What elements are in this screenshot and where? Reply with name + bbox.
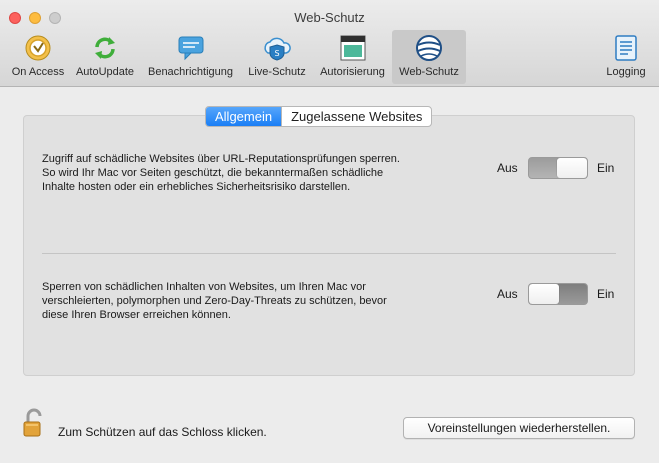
toolbar-item-label: On Access — [11, 66, 65, 78]
toolbar-item-web-protection[interactable]: Web-Schutz — [392, 30, 466, 84]
toolbar-item-logging[interactable]: Logging — [599, 30, 653, 84]
toolbar-item-authorization[interactable]: Autorisierung — [314, 30, 391, 84]
toggle-knob — [529, 284, 559, 304]
svg-text:S: S — [274, 49, 279, 58]
lock-icon[interactable] — [23, 408, 45, 438]
setting-2-off-label: Aus — [497, 287, 518, 301]
setting-2-toggle[interactable] — [528, 283, 588, 305]
toolbar-item-label: Live-Schutz — [248, 66, 306, 78]
preferences-window: Web-Schutz On Access AutoUpdate Benachri… — [0, 0, 659, 463]
setting-1-on-label: Ein — [597, 161, 615, 175]
toolbar: Web-Schutz On Access AutoUpdate Benachri… — [0, 0, 659, 87]
tab-bar: Allgemein Zugelassene Websites — [205, 106, 433, 127]
on-access-icon — [25, 35, 51, 61]
setting-1-off-label: Aus — [497, 161, 518, 175]
divider — [42, 253, 616, 254]
toolbar-item-label: Autorisierung — [320, 66, 385, 78]
restore-defaults-button[interactable]: Voreinstellungen wiederherstellen. — [403, 417, 635, 439]
setting-1-toggle[interactable] — [528, 157, 588, 179]
toolbar-item-on-access[interactable]: On Access — [6, 30, 70, 84]
logging-icon — [615, 35, 637, 61]
setting-2-description: Sperren von schädlichen Inhalten von Web… — [42, 281, 387, 321]
tab-allgemein[interactable]: Allgemein — [206, 107, 282, 126]
toolbar-item-notification[interactable]: Benachrichtigung — [141, 30, 240, 84]
settings-panel: Zugriff auf schädliche Websites über URL… — [23, 115, 635, 376]
web-protection-icon — [416, 35, 442, 61]
setting-1-description: Zugriff auf schädliche Websites über URL… — [42, 153, 400, 193]
tab-allowed-websites[interactable]: Zugelassene Websites — [281, 107, 431, 126]
toolbar-item-label: Web-Schutz — [399, 66, 459, 78]
toolbar-item-live-protection[interactable]: S Live-Schutz — [241, 30, 313, 84]
window-title: Web-Schutz — [294, 10, 365, 25]
setting-2-on-label: Ein — [597, 287, 615, 301]
toggle-knob — [557, 158, 587, 178]
autoupdate-icon — [95, 37, 115, 59]
notification-icon — [178, 36, 203, 61]
lock-instruction: Zum Schützen auf das Schloss klicken. — [58, 425, 267, 439]
authorization-icon — [340, 35, 365, 61]
live-protection-icon: S — [264, 37, 291, 61]
toolbar-item-label: AutoUpdate — [75, 66, 135, 78]
toolbar-item-label: Logging — [606, 66, 646, 78]
toolbar-item-autoupdate[interactable]: AutoUpdate — [70, 30, 140, 84]
toolbar-item-label: Benachrichtigung — [147, 66, 233, 78]
